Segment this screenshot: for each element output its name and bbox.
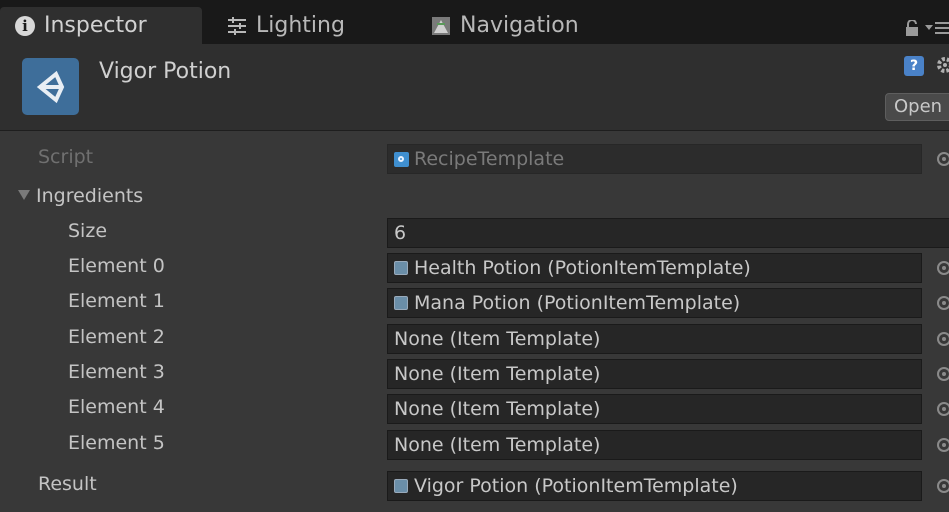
script-row: Script RecipeTemplate [0, 144, 949, 174]
element-value: None (Item Template) [394, 398, 601, 420]
element-value: None (Item Template) [394, 363, 601, 385]
element-row: Element 1 Mana Potion (PotionItemTemplat… [0, 288, 949, 318]
tab-lighting-label: Lighting [256, 13, 345, 38]
ingredients-label: Ingredients [18, 185, 143, 207]
gear-icon[interactable] [935, 55, 949, 79]
tab-navigation-label: Navigation [460, 13, 579, 38]
unity-logo-icon [22, 58, 79, 115]
object-picker-icon[interactable] [937, 479, 949, 493]
size-row: Size 6 [0, 218, 949, 248]
size-input[interactable]: 6 [387, 218, 949, 248]
window-tab-bar: i Inspector Lighting Navigation [0, 0, 949, 44]
ingredients-foldout[interactable]: Ingredients [0, 183, 949, 213]
script-label: Script [38, 146, 94, 168]
tab-inspector[interactable]: i Inspector [0, 7, 202, 44]
size-label: Size [68, 220, 108, 242]
element-value: Health Potion (PotionItemTemplate) [414, 257, 751, 279]
object-picker-icon[interactable] [937, 367, 949, 381]
element-value: Mana Potion (PotionItemTemplate) [414, 292, 741, 314]
navigation-icon [431, 16, 451, 36]
open-button[interactable]: Open [885, 93, 949, 121]
result-value: Vigor Potion (PotionItemTemplate) [414, 475, 738, 497]
script-value: RecipeTemplate [414, 148, 565, 170]
object-icon [394, 296, 408, 310]
script-field[interactable]: RecipeTemplate [387, 144, 922, 174]
element-row: Element 4 None (Item Template) [0, 394, 949, 424]
object-title: Vigor Potion [99, 59, 232, 84]
panel-menu-icon[interactable] [925, 20, 949, 40]
object-icon [394, 479, 408, 493]
object-icon [394, 261, 408, 275]
result-row: Result Vigor Potion (PotionItemTemplate) [0, 471, 949, 501]
tab-inspector-label: Inspector [44, 13, 147, 38]
foldout-arrow-icon[interactable] [18, 189, 30, 200]
tab-navigation[interactable]: Navigation [431, 7, 579, 44]
tab-lighting[interactable]: Lighting [227, 7, 345, 44]
element-label: Element 2 [68, 326, 165, 348]
element-field[interactable]: Health Potion (PotionItemTemplate) [387, 253, 922, 283]
inspector-header [0, 44, 949, 131]
element-field[interactable]: None (Item Template) [387, 430, 922, 460]
element-field[interactable]: None (Item Template) [387, 359, 922, 389]
object-picker-icon[interactable] [937, 402, 949, 416]
element-label: Element 3 [68, 361, 165, 383]
element-label: Element 4 [68, 396, 165, 418]
element-field[interactable]: None (Item Template) [387, 394, 922, 424]
element-value: None (Item Template) [394, 328, 601, 350]
element-field[interactable]: None (Item Template) [387, 324, 922, 354]
element-row: Element 0 Health Potion (PotionItemTempl… [0, 253, 949, 283]
info-icon: i [15, 15, 35, 36]
object-picker-icon[interactable] [937, 296, 949, 310]
object-picker-icon[interactable] [937, 332, 949, 346]
element-row: Element 3 None (Item Template) [0, 359, 949, 389]
result-label: Result [38, 473, 97, 495]
element-row: Element 2 None (Item Template) [0, 324, 949, 354]
element-value: None (Item Template) [394, 434, 601, 456]
lighting-icon [227, 16, 247, 35]
script-picker-icon[interactable] [937, 152, 949, 166]
element-field[interactable]: Mana Potion (PotionItemTemplate) [387, 288, 922, 318]
script-icon [394, 151, 409, 167]
object-picker-icon[interactable] [937, 261, 949, 275]
element-label: Element 5 [68, 432, 165, 454]
element-row: Element 5 None (Item Template) [0, 430, 949, 460]
object-picker-icon[interactable] [937, 438, 949, 452]
element-label: Element 0 [68, 255, 165, 277]
lock-icon[interactable] [905, 19, 919, 40]
element-label: Element 1 [68, 290, 165, 312]
result-field[interactable]: Vigor Potion (PotionItemTemplate) [387, 471, 922, 501]
help-icon[interactable]: ? [904, 56, 924, 76]
